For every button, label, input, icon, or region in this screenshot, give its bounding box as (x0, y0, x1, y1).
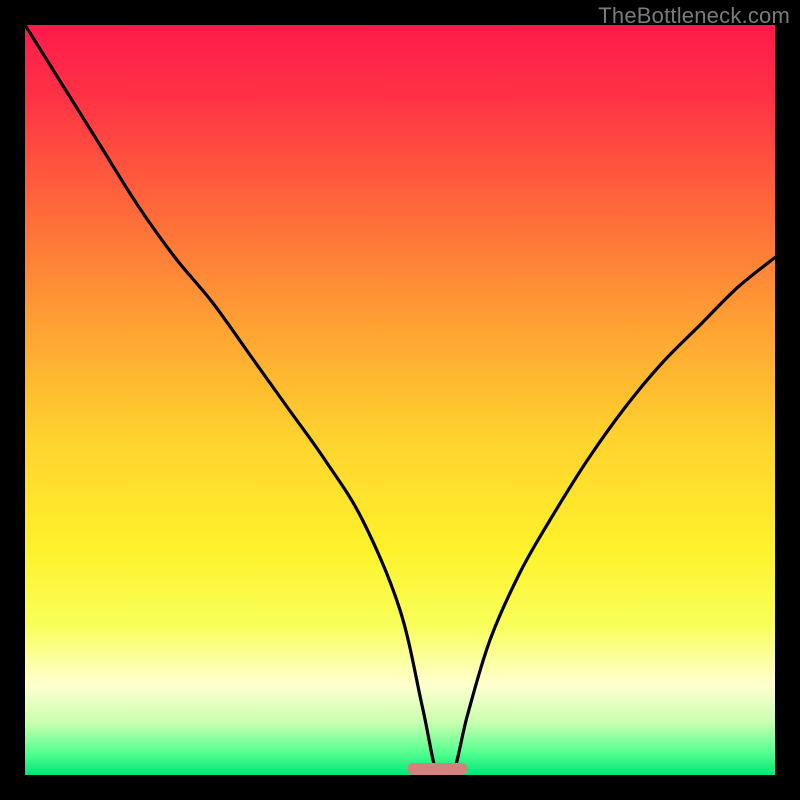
gradient-background (25, 25, 775, 775)
bottleneck-chart (25, 25, 775, 775)
plot-area (25, 25, 775, 775)
watermark-text: TheBottleneck.com (598, 3, 790, 29)
chart-frame: TheBottleneck.com (0, 0, 800, 800)
optimal-marker (408, 763, 468, 775)
